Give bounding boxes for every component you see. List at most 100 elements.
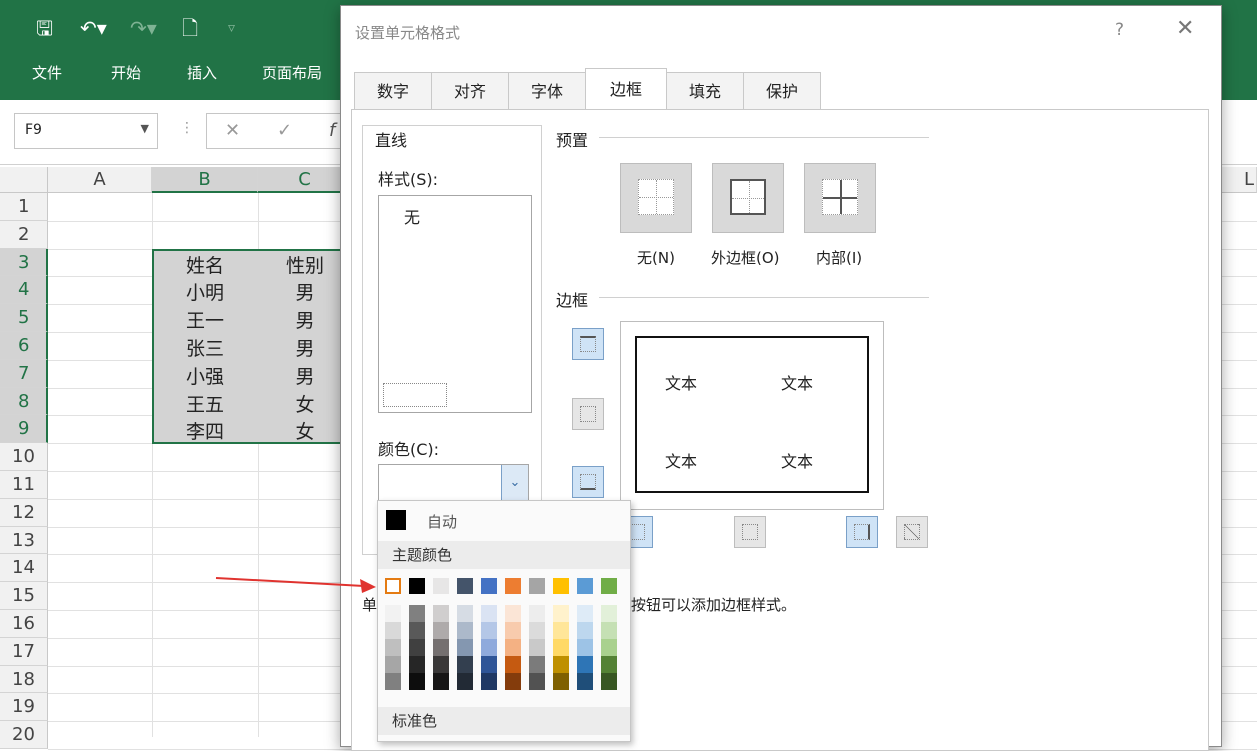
color-swatch[interactable]: [385, 605, 401, 622]
color-swatch[interactable]: [457, 656, 473, 673]
table-cell[interactable]: 张三: [152, 334, 258, 361]
color-swatch[interactable]: [457, 622, 473, 639]
color-swatch[interactable]: [601, 578, 617, 594]
color-swatch[interactable]: [577, 639, 593, 656]
preset-outline-button[interactable]: [712, 163, 784, 233]
color-swatch[interactable]: [409, 605, 425, 622]
color-swatch[interactable]: [553, 639, 569, 656]
border-middle-horizontal-button[interactable]: [572, 398, 604, 430]
auto-color-label[interactable]: 自动: [427, 511, 457, 532]
tab-number[interactable]: 数字: [354, 72, 432, 110]
color-swatch[interactable]: [481, 673, 497, 690]
color-swatch[interactable]: [481, 639, 497, 656]
color-swatch[interactable]: [529, 622, 545, 639]
color-swatch[interactable]: [409, 639, 425, 656]
row-header[interactable]: 11: [0, 471, 48, 499]
color-swatch[interactable]: [529, 656, 545, 673]
redo-icon[interactable]: ↷▾: [130, 14, 157, 42]
tab-file[interactable]: 文件: [32, 62, 62, 83]
customize-icon[interactable]: ▿: [228, 14, 235, 42]
tab-font[interactable]: 字体: [508, 72, 586, 110]
color-swatch[interactable]: [601, 622, 617, 639]
color-swatch[interactable]: [481, 605, 497, 622]
color-swatch[interactable]: [577, 622, 593, 639]
color-swatch[interactable]: [577, 578, 593, 594]
color-swatch[interactable]: [505, 605, 521, 622]
color-combobox[interactable]: ⌄: [378, 464, 529, 501]
color-swatch[interactable]: [481, 656, 497, 673]
row-header[interactable]: 4: [0, 276, 48, 305]
color-swatch[interactable]: [409, 673, 425, 690]
table-cell[interactable]: 女: [258, 390, 352, 417]
tab-insert[interactable]: 插入: [187, 62, 217, 83]
border-right-button[interactable]: [846, 516, 878, 548]
color-swatch[interactable]: [457, 605, 473, 622]
table-cell[interactable]: 男: [258, 278, 352, 305]
tab-fill[interactable]: 填充: [666, 72, 744, 110]
row-header[interactable]: 6: [0, 332, 48, 360]
color-swatch[interactable]: [601, 639, 617, 656]
row-header[interactable]: 17: [0, 637, 48, 666]
color-swatch[interactable]: [577, 673, 593, 690]
table-cell[interactable]: 王五: [152, 390, 258, 417]
color-swatch[interactable]: [385, 622, 401, 639]
color-swatch[interactable]: [505, 639, 521, 656]
color-swatch[interactable]: [553, 578, 569, 594]
row-header[interactable]: 7: [0, 359, 48, 388]
table-cell[interactable]: 王一: [152, 306, 258, 333]
row-header[interactable]: 3: [0, 248, 48, 277]
color-swatch[interactable]: [505, 578, 521, 594]
row-header[interactable]: 1: [0, 193, 48, 221]
border-top-button[interactable]: [572, 328, 604, 360]
table-cell[interactable]: 小强: [152, 362, 258, 389]
new-doc-icon[interactable]: 🗋: [182, 14, 198, 42]
column-header-c[interactable]: C: [258, 167, 352, 193]
border-middle-vertical-button[interactable]: [734, 516, 766, 548]
color-swatch[interactable]: [577, 605, 593, 622]
save-icon[interactable]: 🖫: [36, 14, 53, 42]
undo-icon[interactable]: ↶▾: [80, 14, 107, 42]
color-swatch[interactable]: [481, 578, 497, 594]
color-swatch[interactable]: [505, 673, 521, 690]
color-swatch[interactable]: [481, 622, 497, 639]
tab-page-layout[interactable]: 页面布局: [262, 62, 322, 83]
color-swatch[interactable]: [385, 673, 401, 690]
column-header-b[interactable]: B: [152, 167, 258, 193]
table-cell[interactable]: 小明: [152, 278, 258, 305]
color-swatch[interactable]: [433, 578, 449, 594]
table-cell[interactable]: 女: [258, 417, 352, 444]
color-swatch[interactable]: [505, 656, 521, 673]
row-header[interactable]: 19: [0, 693, 48, 722]
row-header[interactable]: 9: [0, 415, 48, 444]
color-swatch[interactable]: [601, 605, 617, 622]
row-header[interactable]: 14: [0, 554, 48, 583]
color-swatch[interactable]: [505, 622, 521, 639]
color-swatch[interactable]: [553, 656, 569, 673]
row-header[interactable]: 20: [0, 721, 48, 749]
row-header[interactable]: 13: [0, 526, 48, 555]
color-swatch[interactable]: [385, 639, 401, 656]
function-icon[interactable]: f: [329, 120, 335, 141]
color-swatch[interactable]: [433, 605, 449, 622]
table-cell[interactable]: 男: [258, 362, 352, 389]
border-bottom-button[interactable]: [572, 466, 604, 498]
row-header[interactable]: 15: [0, 582, 48, 610]
auto-color-swatch[interactable]: [386, 510, 406, 530]
row-header[interactable]: 10: [0, 443, 48, 471]
tab-border[interactable]: 边框: [585, 68, 667, 110]
color-swatch[interactable]: [433, 622, 449, 639]
table-cell[interactable]: 姓名: [152, 251, 258, 278]
color-swatch[interactable]: [433, 639, 449, 656]
line-style-list[interactable]: 无: [378, 195, 532, 413]
color-swatch[interactable]: [409, 656, 425, 673]
confirm-icon[interactable]: ✓: [277, 120, 292, 141]
border-diagonal-down-button[interactable]: [896, 516, 928, 548]
border-preview[interactable]: 文本 文本 文本 文本: [620, 321, 884, 510]
row-header[interactable]: 8: [0, 387, 48, 416]
color-swatch[interactable]: [577, 656, 593, 673]
help-button[interactable]: ?: [1115, 20, 1124, 40]
color-swatch[interactable]: [529, 673, 545, 690]
color-swatch[interactable]: [457, 673, 473, 690]
color-swatch[interactable]: [529, 578, 545, 594]
tab-alignment[interactable]: 对齐: [431, 72, 509, 110]
